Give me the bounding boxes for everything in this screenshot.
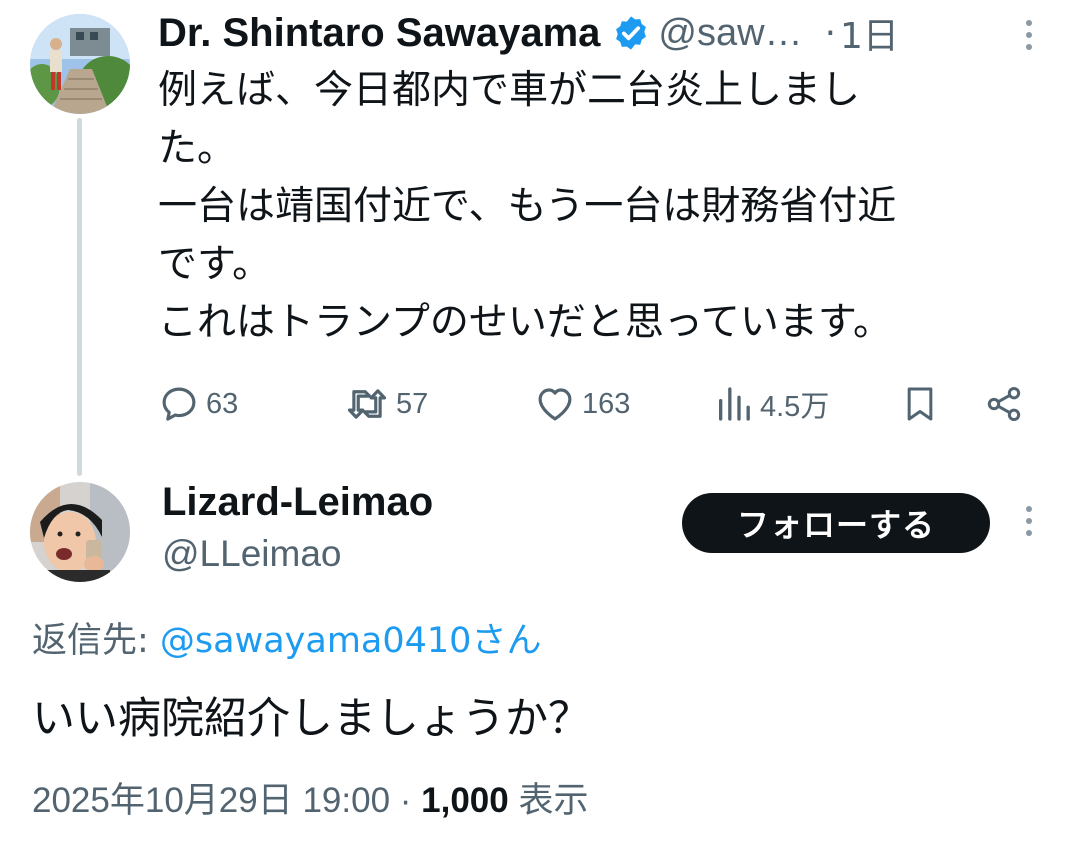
views-count: 4.5万 xyxy=(760,391,830,423)
thread-connector-line xyxy=(77,118,82,476)
reply-icon xyxy=(162,387,196,421)
reply-author-avatar[interactable] xyxy=(30,482,130,582)
views-chart-icon xyxy=(719,387,750,421)
tweet-text-line: です。 xyxy=(158,242,272,287)
views-button[interactable]: 4.5万 xyxy=(714,378,829,430)
retweet-button[interactable]: 57 xyxy=(344,378,428,430)
reply-views-label: 表示 xyxy=(508,781,589,820)
retweet-icon xyxy=(347,389,387,419)
replying-to-suffix: さん xyxy=(471,621,542,661)
person-on-stairs-photo xyxy=(30,14,130,114)
verified-badge-icon xyxy=(612,14,650,52)
reply-tweet-meta: 2025年10月29日 19:00 · 1,000 表示 xyxy=(32,772,588,823)
more-options-icon[interactable] xyxy=(1018,504,1040,538)
replying-to-line: 返信先: @sawayama0410さん xyxy=(32,612,541,663)
parent-author-name[interactable]: Dr. Shintaro Sawayama xyxy=(158,11,600,56)
replying-to-prefix: 返信先: xyxy=(32,621,160,661)
bookmark-button[interactable] xyxy=(900,378,940,430)
parent-author-avatar[interactable] xyxy=(30,14,130,114)
parent-tweet-header: Dr. Shintaro Sawayama @saw… · 1日 xyxy=(158,7,899,59)
share-button[interactable] xyxy=(984,378,1024,430)
woman-with-phone-photo xyxy=(30,482,130,582)
tweet-action-bar: 63 57 163 4.5万 xyxy=(158,378,1030,430)
like-button[interactable]: 163 xyxy=(534,378,630,430)
more-options-icon[interactable] xyxy=(1018,18,1040,52)
follow-button[interactable]: フォローする xyxy=(682,493,990,553)
reply-timestamp[interactable]: 2025年10月29日 19:00 xyxy=(32,781,390,820)
reply-author-name[interactable]: Lizard-Leimao xyxy=(162,480,433,525)
header-separator: · xyxy=(824,12,837,54)
bookmark-icon xyxy=(907,387,933,421)
like-count: 163 xyxy=(582,387,631,420)
parent-tweet-body: 例えば、今日都内で車が二台炎上しまし た。 一台は靖国付近で、もう一台は財務省付… xyxy=(158,62,1028,352)
parent-tweet-time[interactable]: 1日 xyxy=(840,7,899,59)
reply-count: 63 xyxy=(206,387,239,420)
reply-views-count: 1,000 xyxy=(421,781,509,820)
tweet-text-line: これはトランプのせいだと思っています。 xyxy=(158,300,892,345)
share-icon xyxy=(987,387,1021,421)
parent-author-handle[interactable]: @saw… xyxy=(658,12,802,55)
meta-separator: · xyxy=(390,781,422,820)
reply-author-handle[interactable]: @LLeimao xyxy=(162,533,342,575)
reply-button[interactable]: 63 xyxy=(158,378,238,430)
tweet-text-line: た。 xyxy=(158,126,237,171)
tweet-text-line: 例えば、今日都内で車が二台炎上しまし xyxy=(158,68,861,113)
reply-tweet-body: いい病院紹介しましょうか？ xyxy=(32,694,591,744)
replying-to-mention[interactable]: @sawayama0410 xyxy=(160,621,472,661)
tweet-text-line: 一台は靖国付近で、もう一台は財務省付近 xyxy=(158,184,897,229)
heart-icon xyxy=(538,388,572,421)
retweet-count: 57 xyxy=(396,387,429,420)
